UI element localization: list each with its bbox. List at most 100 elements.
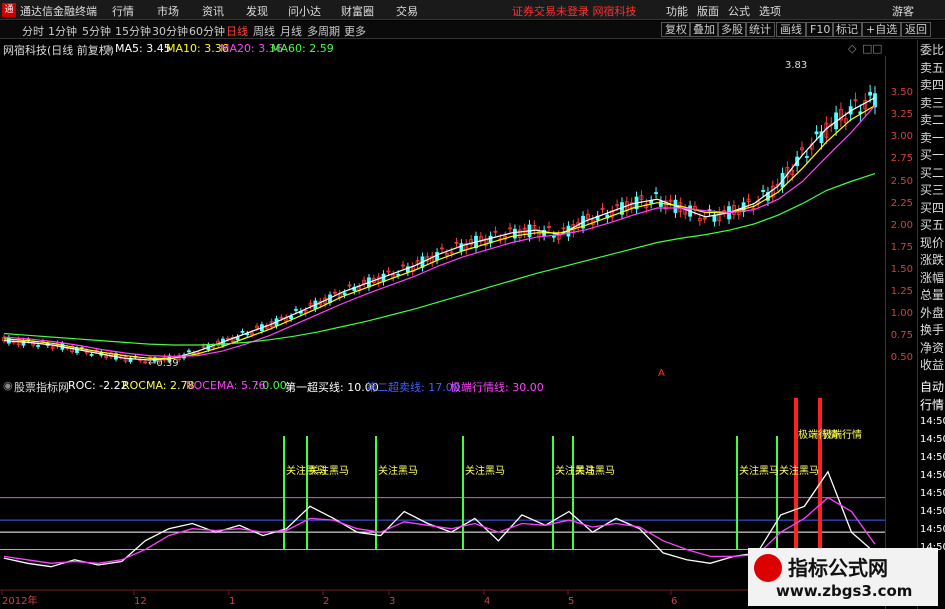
side-panel-item[interactable]: 涨幅 [920,272,945,284]
tool-huaxian[interactable]: 画线 [776,22,806,37]
side-panel-item[interactable]: 买三 [920,184,945,196]
price-tick: 2.00 [890,219,913,231]
tool-tongji[interactable]: 统计 [745,22,775,37]
side-panel-item[interactable]: 收益 [920,359,945,371]
side-panel-item[interactable]: 买二 [920,167,945,179]
price-tick: 3.25 [890,109,913,121]
period-weekly[interactable]: 周线 [253,23,275,39]
x-tick: 5 [568,596,574,607]
menu-jiaoyi[interactable]: 交易 [396,3,418,19]
side-panel-item[interactable]: 买四 [920,202,945,214]
tool-biaoji[interactable]: 标记 [832,22,862,37]
price-tick: 0.75 [890,330,913,342]
period-more[interactable]: 更多 [344,23,366,39]
high-price-label: 3.83 [785,60,807,71]
period-monthly[interactable]: 月线 [280,23,302,39]
side-panel-item[interactable]: 14:50 [920,416,945,428]
side-panel-item[interactable]: 14:50 [920,506,945,518]
candle-body [873,93,877,108]
period-30min[interactable]: 30分钟 [152,23,188,39]
candle-body [761,189,765,192]
price-tick: 0.50 [890,352,913,364]
period-15min[interactable]: 15分钟 [115,23,151,39]
menu-hangqing[interactable]: 行情 [112,3,134,19]
ma-line-ma20 [3,105,876,358]
tool-f10[interactable]: F10 [806,22,835,37]
side-panel-item[interactable]: 14:50 [920,488,945,500]
diamond-icon[interactable]: ◇ [848,42,856,55]
period-multi[interactable]: 多周期 [307,23,340,39]
extra-value: : 0.00 [255,379,287,392]
x-tick: 6 [671,596,677,607]
ma-line-ma10 [3,104,876,359]
candle-body [649,200,654,204]
main-candlestick-chart[interactable]: 3.83 ←0.39 A [0,56,885,378]
side-panel-item[interactable]: 行情 [920,399,945,411]
side-panel-item[interactable]: 卖一 [920,132,945,144]
period-daily[interactable]: 日线 [226,23,248,39]
app-title: 通达信金融终端 [20,5,97,18]
tool-fuquan[interactable]: 复权 [661,22,691,37]
side-panel-item[interactable]: 14:50 [920,434,945,446]
main-chart-header: 网宿科技(日线 前复权) ◉ MA5: 3.45 MA10: 3.36 MA20… [0,40,885,57]
period-1min[interactable]: 1分钟 [48,23,77,39]
menu-shichang[interactable]: 市场 [157,3,179,19]
side-panel-item[interactable]: 14:50 [920,470,945,482]
tool-zixuan[interactable]: +自选 [862,22,902,37]
side-panel-item[interactable]: 14:50 [920,452,945,464]
menu-gongshi[interactable]: 公式 [728,3,750,19]
price-tick: 3.00 [890,131,913,143]
side-panel-item[interactable]: 总量 [920,289,945,301]
menu-xuanxiang[interactable]: 选项 [759,3,781,19]
ma60-value: MA60: 2.59 [271,42,334,55]
side-panel-item[interactable]: 现价 [920,237,945,249]
side-panel-item[interactable]: 买五 [920,219,945,231]
ma-line-ma5 [3,97,876,361]
menu-gongneng[interactable]: 功能 [666,3,688,19]
menu-banmian[interactable]: 版面 [697,3,719,19]
side-panel-item[interactable]: 净资 [920,342,945,354]
indicator-settings-icon[interactable]: ◉ [3,379,13,392]
marker-label: A [658,368,665,378]
watermark-url: www.zbgs3.com [776,582,913,600]
signal-label: 关注黑马 [465,464,505,477]
menu-zixun[interactable]: 资讯 [202,3,224,19]
side-panel-item[interactable]: 自动 [920,381,945,393]
candle-body [654,192,658,194]
settings-icon[interactable]: ◉ [104,42,114,55]
side-panel-item[interactable]: 外盘 [920,307,945,319]
low-price-label: ←0.39 [148,358,179,369]
candle-body [658,201,663,207]
login-warning[interactable]: 证券交易未登录 网宿科技 [512,3,637,19]
menu-faxian[interactable]: 发现 [246,3,268,19]
signal-label: 关注黑马 [739,464,779,477]
side-panel-item[interactable]: 换手 [920,324,945,336]
period-fenshi[interactable]: 分时 [22,23,44,39]
menu-caifuquan[interactable]: 财富圈 [341,3,374,19]
side-panel-item[interactable]: 涨跌 [920,254,945,266]
tool-diejia[interactable]: 叠加 [689,22,719,37]
candle-body [342,292,347,295]
period-60min[interactable]: 60分钟 [189,23,225,39]
user-guest[interactable]: 游客 [892,3,914,19]
candle-body [712,214,717,222]
tool-duogu[interactable]: 多股 [717,22,747,37]
side-panel-item[interactable]: 委比 [920,44,945,56]
tool-fanhui[interactable]: 返回 [901,22,931,37]
candle-body [513,228,517,239]
period-5min[interactable]: 5分钟 [82,23,111,39]
side-panel-item[interactable]: 卖二 [920,114,945,126]
side-panel-item[interactable]: 卖五 [920,62,945,74]
side-panel-item[interactable]: 买一 [920,149,945,161]
side-panel-item[interactable]: 卖四 [920,79,945,91]
price-tick: 2.50 [890,175,913,187]
side-panel-item[interactable]: 卖三 [920,97,945,109]
ma5-value: MA5: 3.45 [115,42,171,55]
x-tick: 2 [323,596,329,607]
quote-side-panel: 委比卖五卖四卖三卖二卖一买一买二买三买四买五现价涨跌涨幅总量外盘换手净资收益自动… [917,40,945,609]
menu-wenxiaoda[interactable]: 问小达 [288,3,321,19]
x-tick: 4 [484,596,490,607]
close-panel-icon[interactable]: □ [872,42,882,55]
minimize-icon[interactable]: □ [862,42,872,55]
side-panel-item[interactable]: 14:50 [920,524,945,536]
